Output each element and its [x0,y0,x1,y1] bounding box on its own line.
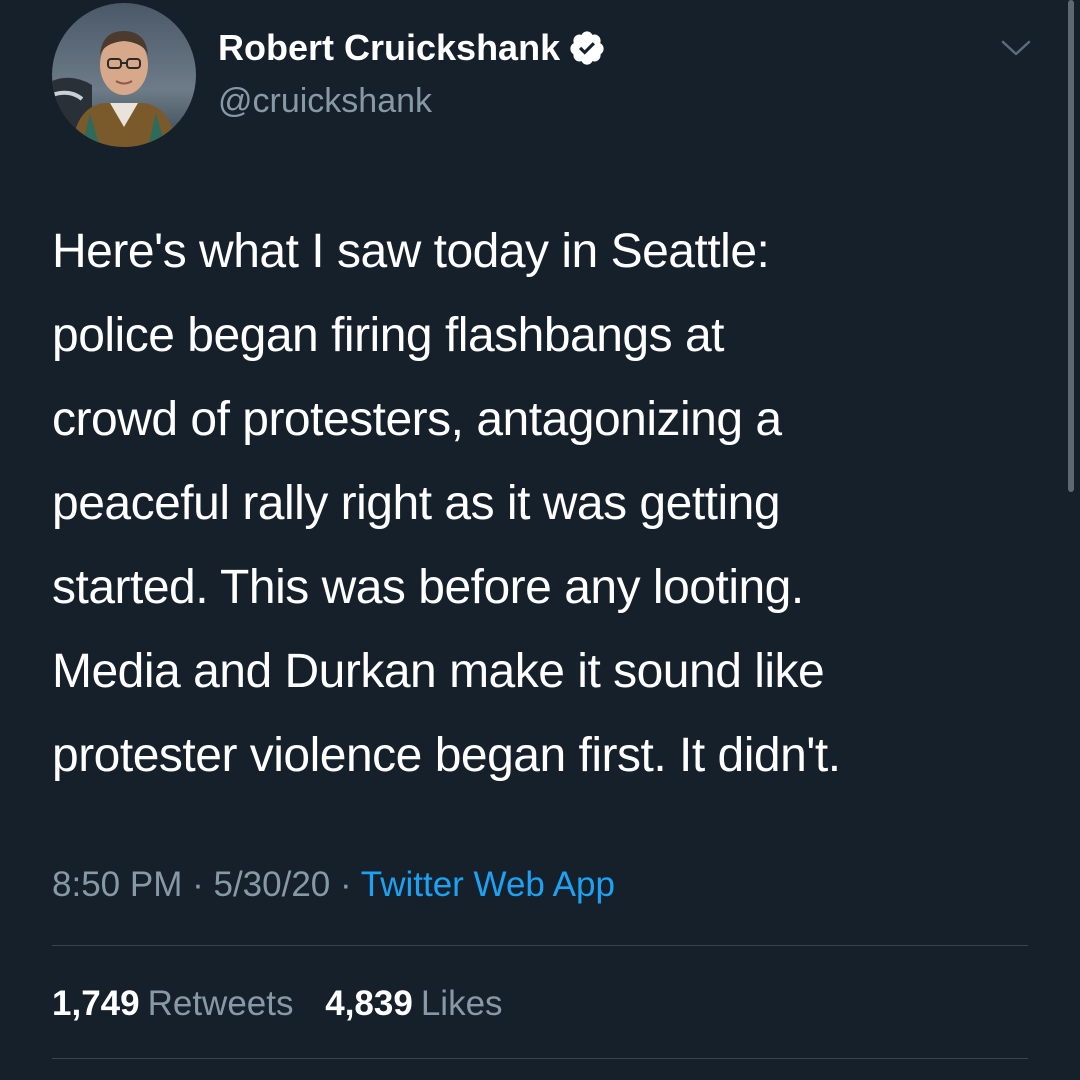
author-display-name-row[interactable]: Robert Cruickshank [218,26,606,70]
retweets-stat[interactable]: 1,749 Retweets [52,981,294,1027]
metadata-separator: · [340,865,361,904]
tweet-text: Here's what I saw today in Seattle: poli… [52,210,1042,798]
likes-stat[interactable]: 4,839 Likes [325,981,502,1027]
likes-label: Likes [420,984,503,1023]
chevron-down-icon[interactable] [1000,36,1032,60]
tweet-metadata: 8:50 PM · 5/30/20 · Twitter Web App [52,862,615,908]
author-handle[interactable]: @cruickshank [218,80,432,122]
author-display-name[interactable]: Robert Cruickshank [218,26,560,70]
tweet-text-line: Media and Durkan make it sound like [52,645,825,698]
tweet-text-line: peaceful rally right as it was getting [52,477,781,530]
avatar-image [52,3,196,147]
retweets-count: 1,749 [52,984,140,1023]
tweet-text-line: Here's what I saw today in Seattle: [52,225,770,278]
likes-count: 4,839 [325,984,413,1023]
tweet-source-link[interactable]: Twitter Web App [361,865,615,904]
scrollbar[interactable] [1068,0,1074,492]
metadata-separator: · [192,865,214,904]
engagement-stats: 1,749 Retweets 4,839 Likes [52,981,503,1027]
verified-badge-icon [568,29,606,67]
tweet-date[interactable]: 5/30/20 [213,865,330,904]
tweet-text-line: crowd of protesters, antagonizing a [52,393,782,446]
divider [52,945,1028,946]
avatar[interactable] [52,3,196,147]
divider [52,1058,1028,1059]
retweets-label: Retweets [147,984,294,1023]
tweet-text-line: protester violence began first. It didn'… [52,729,841,782]
tweet-text-line: started. This was before any looting. [52,561,804,614]
tweet-text-line: police began firing flashbangs at [52,309,724,362]
tweet-time[interactable]: 8:50 PM [52,865,182,904]
